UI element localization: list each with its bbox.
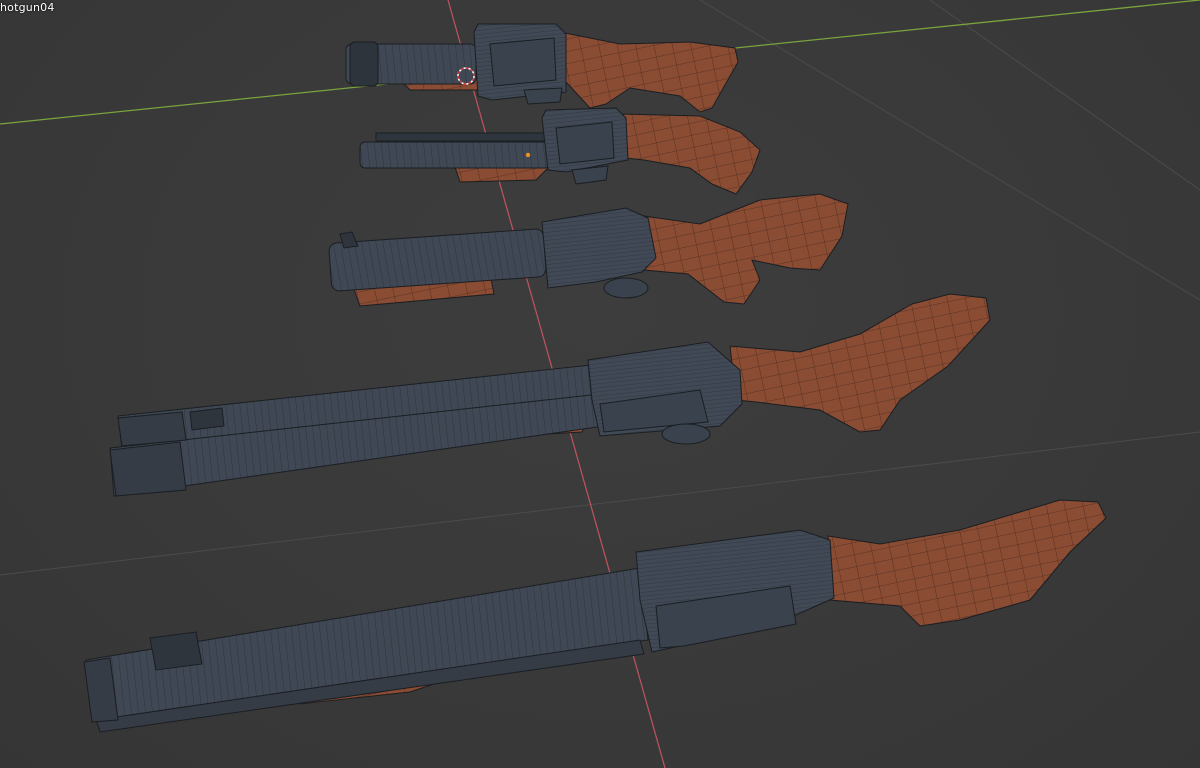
receiver (541, 207, 657, 289)
active-object-label: hotgun04 (0, 1, 55, 14)
trigger-guard (661, 423, 711, 445)
trigger-guard (603, 277, 649, 299)
shotgun-model-1[interactable] (345, 23, 739, 113)
stock (559, 31, 739, 113)
stock (827, 499, 1107, 627)
shotgun-model-5[interactable] (83, 499, 1107, 733)
viewport-canvas[interactable] (0, 0, 1200, 768)
shotgun-model-2[interactable] (359, 107, 761, 195)
barrel (359, 141, 551, 169)
stock (629, 193, 849, 305)
shotgun-model-3[interactable] (328, 193, 849, 307)
stock (729, 293, 991, 433)
barrel (328, 228, 547, 292)
3d-viewport[interactable]: hotgun04 (0, 0, 1200, 768)
shotgun-model-4[interactable] (109, 293, 991, 497)
stock (619, 113, 761, 195)
